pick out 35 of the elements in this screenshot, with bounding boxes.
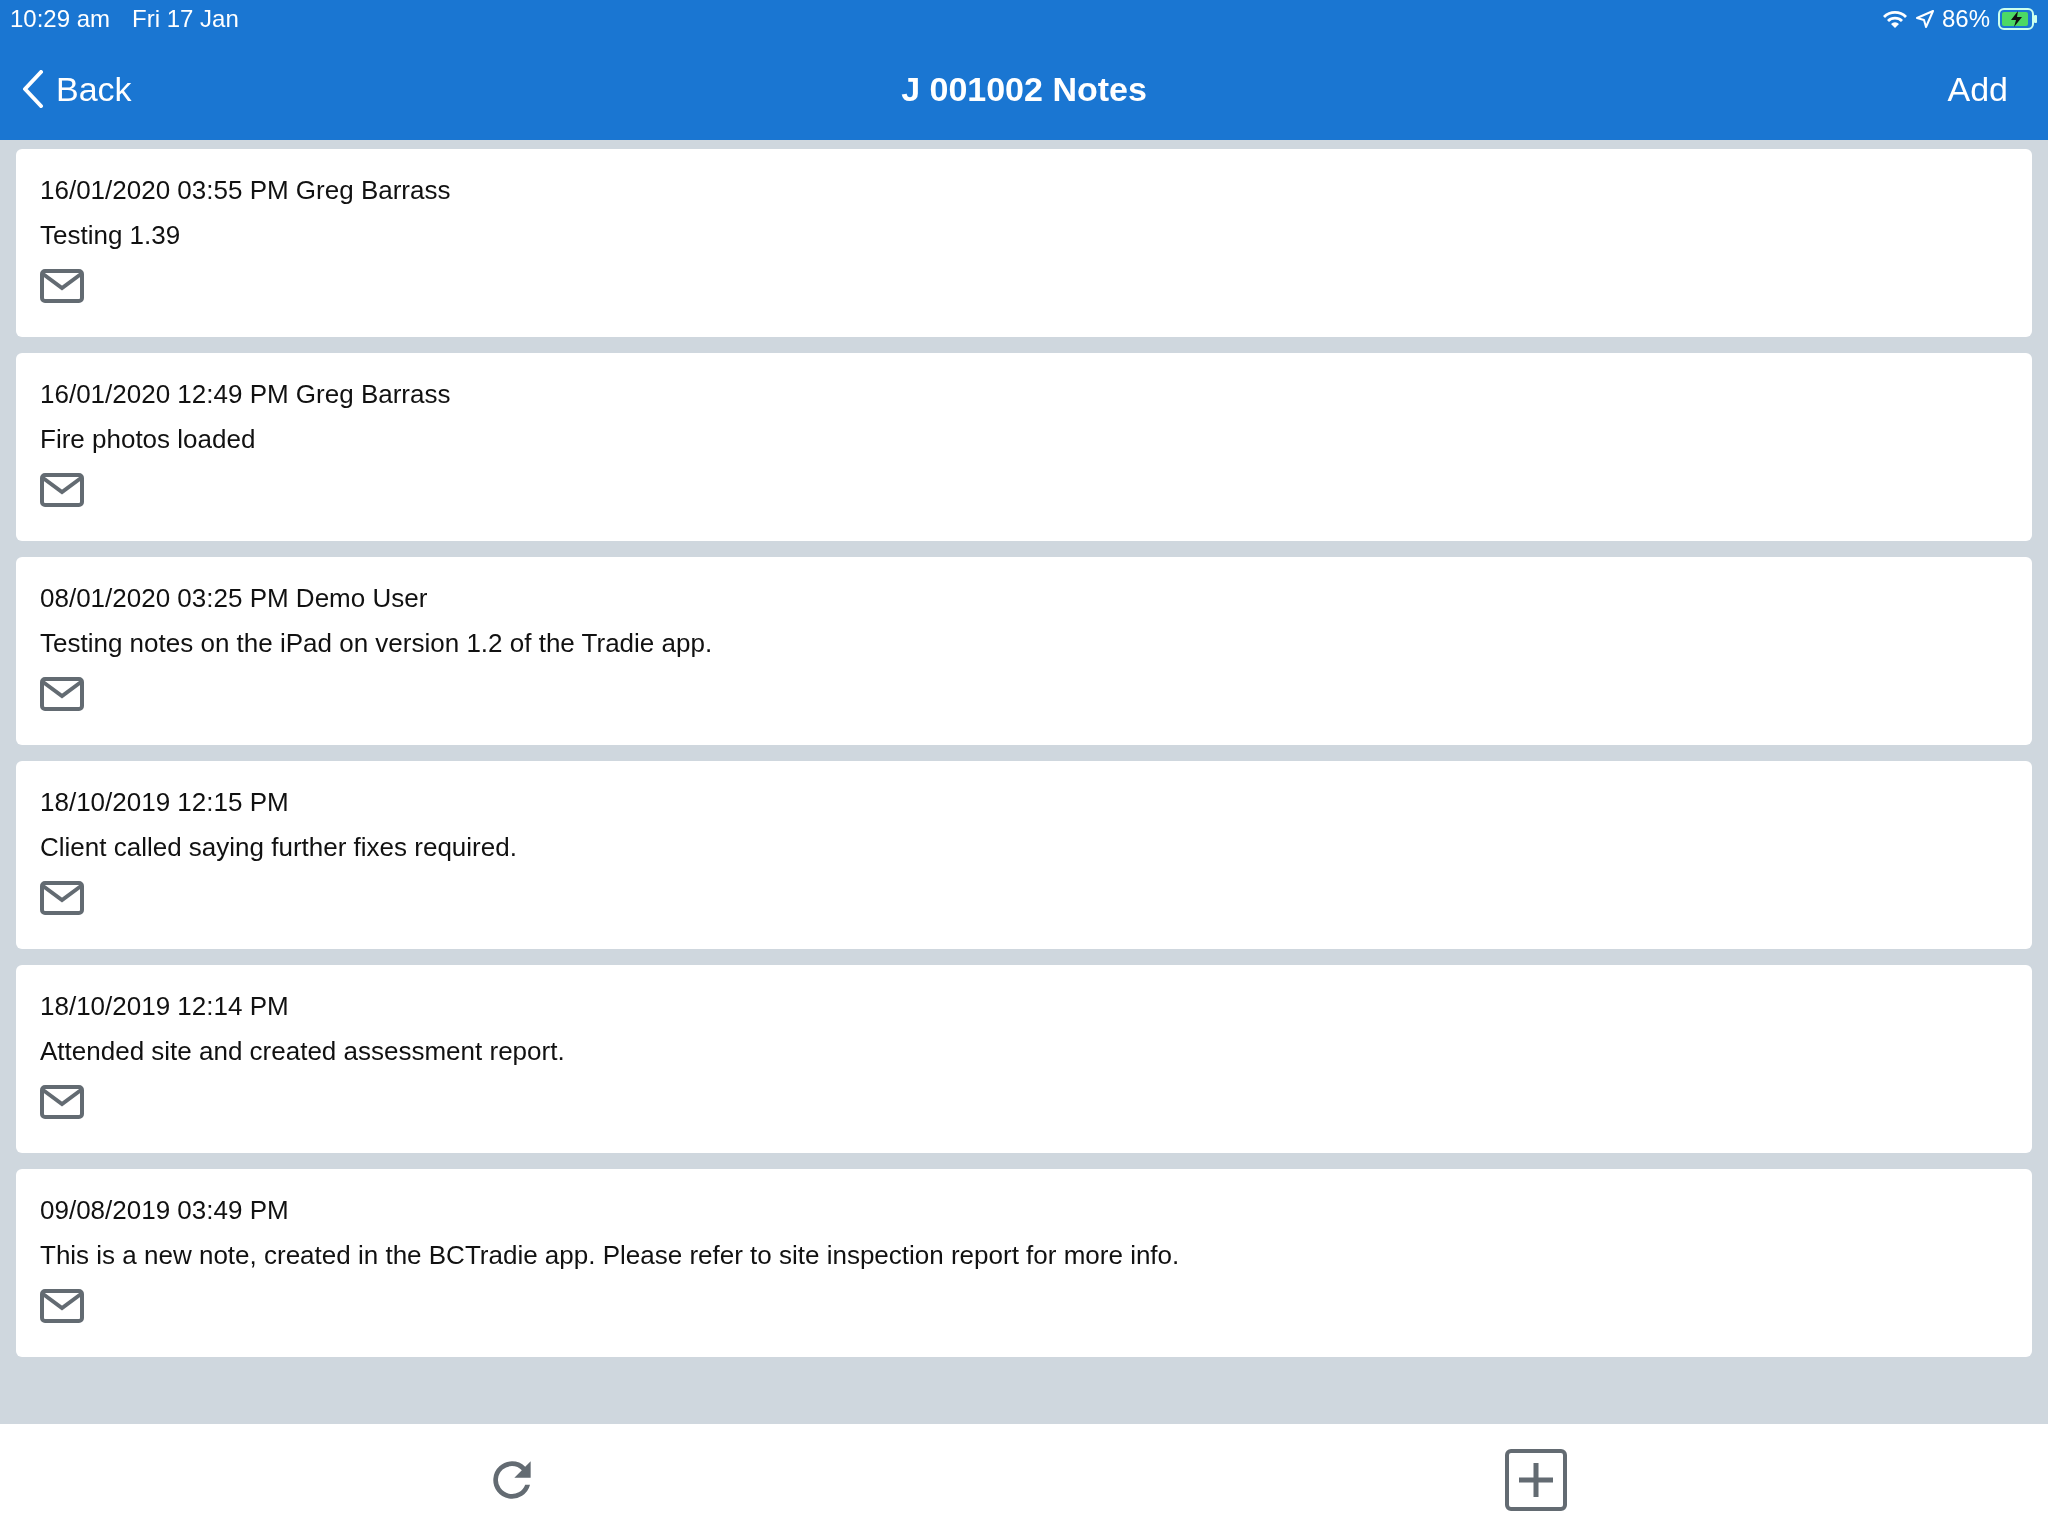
note-text: Client called saying further fixes required. (40, 832, 517, 863)
chevron-left-icon (22, 70, 44, 108)
note-text: This is a new note, created in the BCTradie app. Please refer to site inspection report for more info. (40, 1240, 1180, 1271)
note-header: 16/01/2020 12:49 PM Greg Barrass (40, 379, 451, 410)
add-button[interactable]: Add (1947, 69, 2026, 109)
note-card[interactable]: 09/08/2019 03:49 PM This is a new note, created in the BCTradie app. Please refer to site inspection report for more info. (16, 1169, 2032, 1357)
note-header: 08/01/2020 03:25 PM Demo User (40, 583, 428, 614)
mail-icon[interactable] (40, 1289, 84, 1323)
mail-icon[interactable] (40, 1085, 84, 1119)
note-card[interactable]: 16/01/2020 03:55 PM Greg Barrass Testing 1.39 (16, 149, 2032, 337)
note-card[interactable]: 18/10/2019 12:14 PM Attended site and created assessment report. (16, 965, 2032, 1153)
note-text: Testing 1.39 (40, 220, 181, 251)
mail-icon[interactable] (40, 677, 84, 711)
battery-percentage: 86% (1941, 5, 1990, 33)
mail-icon[interactable] (40, 269, 84, 303)
mail-icon[interactable] (40, 881, 84, 915)
note-card[interactable]: 18/10/2019 12:15 PM Client called saying further fixes required. (16, 761, 2032, 949)
note-text: Attended site and created assessment report. (40, 1036, 565, 1067)
note-header: 09/08/2019 03:49 PM (40, 1195, 289, 1226)
mail-icon[interactable] (40, 473, 84, 507)
note-text: Testing notes on the iPad on version 1.2 of the Tradie app. (40, 628, 713, 659)
back-button[interactable]: Back (22, 69, 132, 109)
status-time: 10:29 am (10, 5, 111, 33)
note-card[interactable]: 08/01/2020 03:25 PM Demo User Testing notes on the iPad on version 1.2 of the Tradie app. (16, 557, 2032, 745)
battery-charging-icon (1998, 8, 2038, 30)
note-header: 16/01/2020 03:55 PM Greg Barrass (40, 175, 451, 206)
add-square-icon[interactable] (1505, 1449, 1567, 1511)
note-card[interactable]: 16/01/2020 12:49 PM Greg Barrass Fire photos loaded (16, 353, 2032, 541)
wifi-icon (1881, 9, 1908, 29)
status-date: Fri 17 Jan (132, 5, 239, 33)
note-header: 18/10/2019 12:15 PM (40, 787, 289, 818)
screen-title: J 001002 Notes (901, 69, 1147, 109)
note-header: 18/10/2019 12:14 PM (40, 991, 289, 1022)
note-text: Fire photos loaded (40, 424, 256, 455)
location-arrow-icon (1915, 10, 1934, 28)
